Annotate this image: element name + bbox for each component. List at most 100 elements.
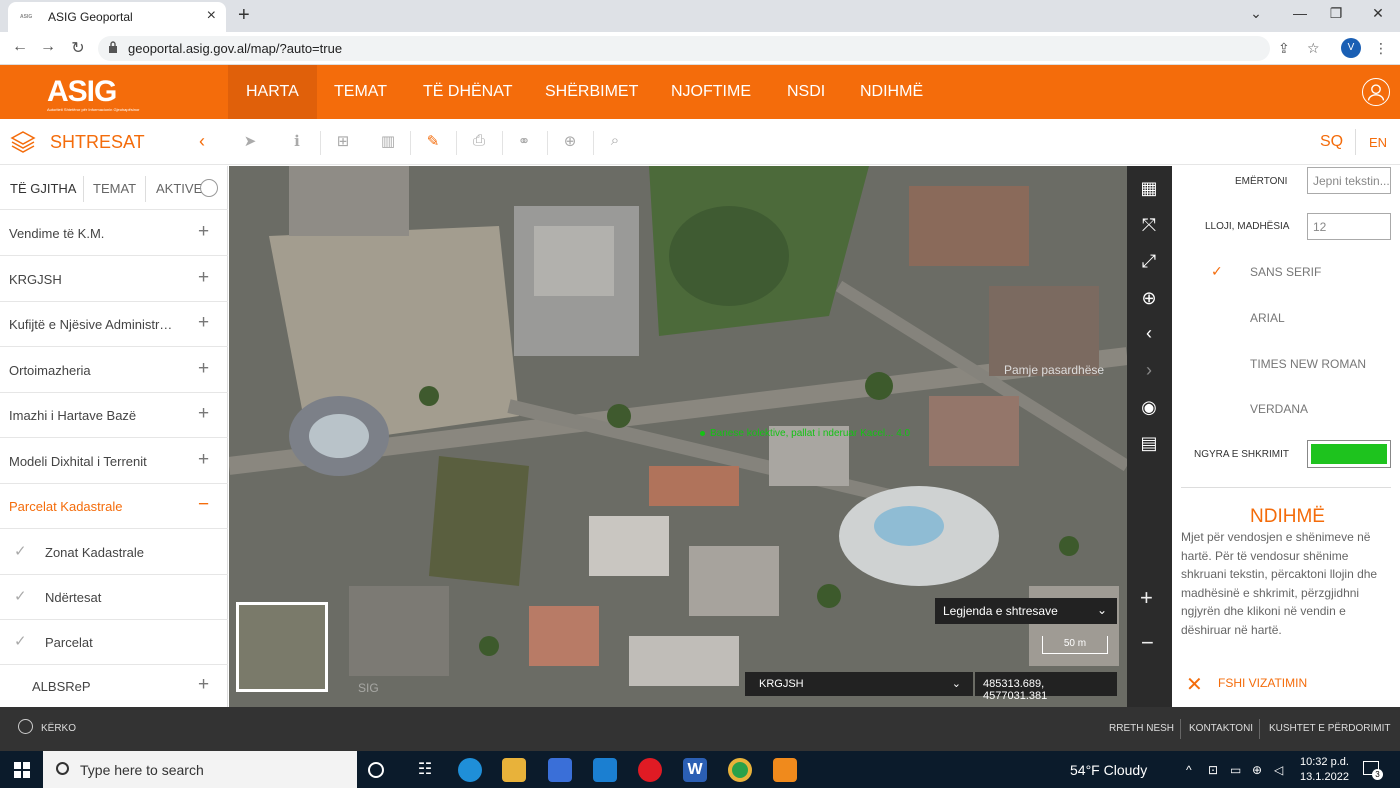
sidebar-item-krgjsh[interactable]: KRGJSH + [0,257,228,302]
sidebar-item-imazhi[interactable]: Imazhi i Hartave Bazë + [0,393,228,438]
globe-icon[interactable]: ⊕ [1252,763,1262,777]
windows-start-icon[interactable] [14,762,30,778]
asig-logo[interactable]: ASIG [47,75,117,109]
menu-ndihme[interactable]: NDIHMË [842,65,941,119]
sidebar-item-modeli[interactable]: Modeli Dixhital i Terrenit + [0,439,228,484]
chevron-up-icon[interactable]: ^ [1186,763,1192,777]
taskbar-search[interactable]: Type here to search [43,751,357,788]
browser-menu-icon[interactable]: ⋮ [1374,40,1388,57]
check-icon[interactable]: ✓ [14,542,27,560]
sidebar-subitem-parcelat[interactable]: ✓ Parcelat [0,620,228,665]
check-icon[interactable]: ✓ [14,587,27,605]
profile-avatar[interactable]: V [1341,38,1361,58]
share-icon[interactable]: ⇪ [1278,40,1290,57]
close-window-button[interactable]: ✕ [1368,5,1388,22]
menu-sherbimet[interactable]: SHËRBIMET [527,65,656,119]
collapse-panel-icon[interactable]: ‹ [199,131,205,152]
contact-link[interactable]: KONTAKTONI [1189,723,1253,734]
menu-nsdi[interactable]: NSDI [769,65,843,119]
gear-icon[interactable] [200,179,218,197]
close-icon[interactable]: ✕ [1186,672,1203,697]
search-icon[interactable] [18,719,33,734]
base-map-icon[interactable]: ▦ [1137,176,1161,200]
back-icon[interactable]: ← [10,38,30,56]
add-box-icon[interactable]: ⊞ [333,132,353,152]
word-icon[interactable]: W [683,758,707,782]
tab-active[interactable]: AKTIVE [156,181,202,196]
fullscreen-icon[interactable]: ⤢ [1137,249,1161,273]
browser-tab[interactable]: ASIG ASIG Geoportal × [8,2,226,32]
minimize-button[interactable]: — [1290,5,1310,21]
user-account-icon[interactable] [1362,78,1390,106]
url-bar[interactable]: geoportal.asig.gov.al/map/?auto=true [98,36,1270,61]
link-icon[interactable]: ⚭ [514,132,534,152]
widgets-icon[interactable]: ☷ [413,758,437,782]
store-icon[interactable] [548,758,572,782]
expand-icon[interactable]: + [198,267,209,289]
maximize-button[interactable]: ❐ [1326,5,1346,22]
clock-date[interactable]: 13.1.2022 [1300,771,1349,783]
sidebar-subitem-zonat[interactable]: ✓ Zonat Kadastrale [0,530,228,575]
close-tab-icon[interactable]: × [207,7,216,25]
legend-dropdown[interactable]: Legjenda e shtresave ⌄ [935,598,1117,624]
clock-time[interactable]: 10:32 p.d. [1300,756,1349,768]
chart-icon[interactable]: ▥ [378,132,398,152]
edit-annotation-icon[interactable]: ✎ [423,132,443,152]
task-view-icon[interactable] [368,762,384,778]
menu-temat[interactable]: TEMAT [316,65,405,119]
expand-icon[interactable]: + [198,449,209,471]
previous-view-icon[interactable]: ‹ [1137,321,1161,345]
overview-minimap[interactable] [236,602,328,692]
crs-select[interactable]: KRGJSH ⌄ [745,672,973,696]
select-pointer-icon[interactable]: ➤ [240,132,260,152]
app-icon[interactable] [773,758,797,782]
file-explorer-icon[interactable] [502,758,526,782]
volume-icon[interactable]: ◁ [1274,763,1283,777]
tab-search-icon[interactable]: ⌄ [1246,5,1266,22]
menu-njoftime[interactable]: NJOFTIME [653,65,769,119]
network-icon[interactable]: ⊡ [1208,763,1218,777]
zoom-out-button[interactable]: − [1141,630,1154,656]
name-input[interactable]: Jepni tekstin... [1307,167,1391,194]
sidebar-item-ortoimazheria[interactable]: Ortoimazheria + [0,348,228,393]
map-canvas[interactable] [229,166,1127,707]
bookmark-star-icon[interactable]: ☆ [1307,40,1320,57]
text-color-picker[interactable] [1307,440,1391,468]
search-label[interactable]: KËRKO [41,723,76,734]
menu-te-dhenat[interactable]: TË DHËNAT [405,65,530,119]
size-input[interactable]: 12 [1307,213,1391,240]
font-option-verdana[interactable]: VERDANA [1250,402,1308,416]
reload-icon[interactable]: ↻ [68,38,88,58]
tab-themes[interactable]: TEMAT [93,181,136,196]
mail-icon[interactable] [593,758,617,782]
feature-marker[interactable] [700,431,705,436]
expand-icon[interactable]: + [198,358,209,380]
globe-icon[interactable]: ◉ [1137,395,1161,419]
edge-icon[interactable] [458,758,482,782]
lang-en-button[interactable]: EN [1369,135,1387,150]
terms-link[interactable]: KUSHTET E PËRDORIMIT [1269,723,1391,734]
battery-icon[interactable]: ▭ [1230,763,1241,777]
collapse-icon[interactable]: − [198,494,209,516]
opera-icon[interactable] [638,758,662,782]
info-icon[interactable]: ℹ [287,132,307,152]
zoom-box-icon[interactable]: ⊕ [1137,286,1161,310]
search-tool-icon[interactable]: ⌕ [605,132,625,152]
sidebar-item-parcelat-kadastrale[interactable]: Parcelat Kadastrale − [0,484,228,529]
font-option-sans-serif[interactable]: SANS SERIF [1250,265,1321,279]
expand-icon[interactable]: + [198,221,209,243]
print-icon[interactable]: ⎙ [469,132,489,152]
sidebar-item-vendime[interactable]: Vendime të K.M. + [0,211,228,256]
font-option-times[interactable]: TIMES NEW ROMAN [1250,357,1366,371]
next-view-icon[interactable]: › [1137,358,1161,382]
new-tab-button[interactable]: + [238,4,250,27]
expand-icon[interactable]: + [198,312,209,334]
full-extent-icon[interactable]: ⤧ [1137,213,1161,237]
zoom-in-button[interactable]: + [1140,585,1153,611]
sidebar-item-albsrep[interactable]: ALBSReP + [0,664,228,709]
expand-icon[interactable]: + [198,674,209,696]
font-option-arial[interactable]: ARIAL [1250,311,1285,325]
clear-drawing-button[interactable]: FSHI VIZATIMIN [1218,676,1307,690]
chrome-icon[interactable] [728,758,752,782]
expand-icon[interactable]: + [198,403,209,425]
